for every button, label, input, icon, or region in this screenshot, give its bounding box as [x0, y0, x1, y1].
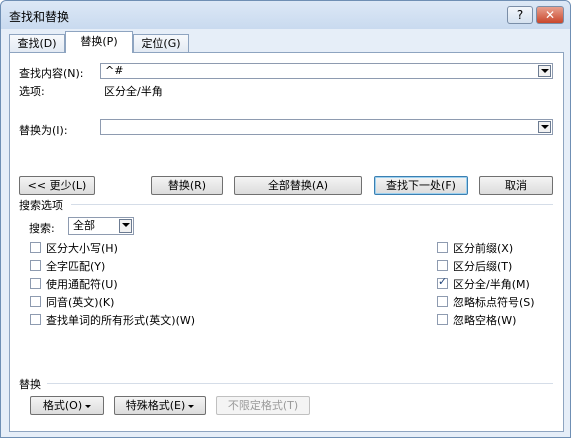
cancel-button[interactable]: 取消 [479, 176, 553, 195]
match-case-label: 区分大小写(H) [46, 242, 118, 255]
special-format-button-label: 特殊格式(E) [125, 399, 186, 412]
wildcards-label: 使用通配符(U) [46, 278, 118, 291]
search-scope-label: 搜索: [29, 222, 55, 235]
format-button-label: 格式(O) [42, 399, 83, 412]
replace-label: 替换为(I): [19, 124, 68, 137]
replace-button[interactable]: 替换(R) [151, 176, 223, 195]
window-title: 查找和替换 [9, 10, 70, 24]
help-button[interactable]: ? [507, 6, 533, 24]
wildcards-checkbox[interactable] [30, 278, 41, 289]
all-word-forms-label: 查找单词的所有形式(英文)(W) [46, 314, 196, 327]
sounds-like-label: 同音(英文)(K) [46, 296, 115, 309]
replace-section-label: 替换 [19, 378, 41, 391]
sounds-like-checkbox[interactable] [30, 296, 41, 307]
ignore-space-label: 忽略空格(W) [453, 314, 517, 327]
format-dropdown-icon [85, 404, 92, 408]
match-width-checkbox[interactable] [437, 275, 448, 289]
less-button[interactable]: << 更少(L) [19, 176, 95, 195]
find-value: ^# [105, 64, 124, 77]
match-suffix-checkbox[interactable] [437, 260, 448, 271]
whole-word-checkbox[interactable] [30, 260, 41, 271]
whole-word-label: 全字匹配(Y) [46, 260, 106, 273]
find-dropdown-arrow-icon[interactable] [538, 65, 551, 77]
all-word-forms-checkbox[interactable] [30, 314, 41, 325]
match-width-label: 区分全/半角(M) [453, 278, 530, 291]
tab-find[interactable]: 查找(D) [9, 34, 65, 52]
match-prefix-checkbox[interactable] [437, 242, 448, 253]
options-value: 区分全/半角 [104, 85, 163, 98]
replace-dropdown-arrow-icon[interactable] [538, 121, 551, 133]
find-label: 查找内容(N): [19, 67, 84, 80]
find-replace-dialog: 查找和替换 ? ✕ 查找(D) 替换(P) 定位(G) 查找内容(N): ^# … [0, 0, 571, 438]
no-formatting-button[interactable]: 不限定格式(T) [216, 396, 310, 415]
replace-all-button[interactable]: 全部替换(A) [234, 176, 362, 195]
options-label: 选项: [19, 85, 45, 98]
match-case-checkbox[interactable] [30, 242, 41, 253]
special-format-dropdown-icon [188, 404, 195, 408]
match-prefix-label: 区分前缀(X) [453, 242, 514, 255]
search-scope-select[interactable]: 全部 [68, 217, 134, 235]
ignore-space-checkbox[interactable] [437, 314, 448, 325]
search-scope-arrow-icon[interactable] [119, 219, 132, 233]
search-options-label: 搜索选项 [19, 199, 63, 212]
find-next-button[interactable]: 查找下一处(F) [374, 176, 468, 195]
replace-section-divider [47, 383, 553, 384]
match-suffix-label: 区分后缀(T) [453, 260, 513, 273]
tab-goto[interactable]: 定位(G) [133, 34, 189, 52]
ignore-punctuation-label: 忽略标点符号(S) [453, 296, 535, 309]
replace-input[interactable] [100, 119, 553, 135]
format-button[interactable]: 格式(O) [30, 396, 104, 415]
search-options-divider [71, 204, 553, 205]
ignore-punctuation-checkbox[interactable] [437, 296, 448, 307]
title-bar: 查找和替换 ? ✕ [1, 1, 570, 29]
search-scope-value: 全部 [73, 219, 95, 232]
special-format-button[interactable]: 特殊格式(E) [114, 396, 206, 415]
find-input[interactable]: ^# [100, 63, 553, 79]
close-button[interactable]: ✕ [536, 6, 564, 24]
tab-replace[interactable]: 替换(P) [65, 31, 133, 53]
